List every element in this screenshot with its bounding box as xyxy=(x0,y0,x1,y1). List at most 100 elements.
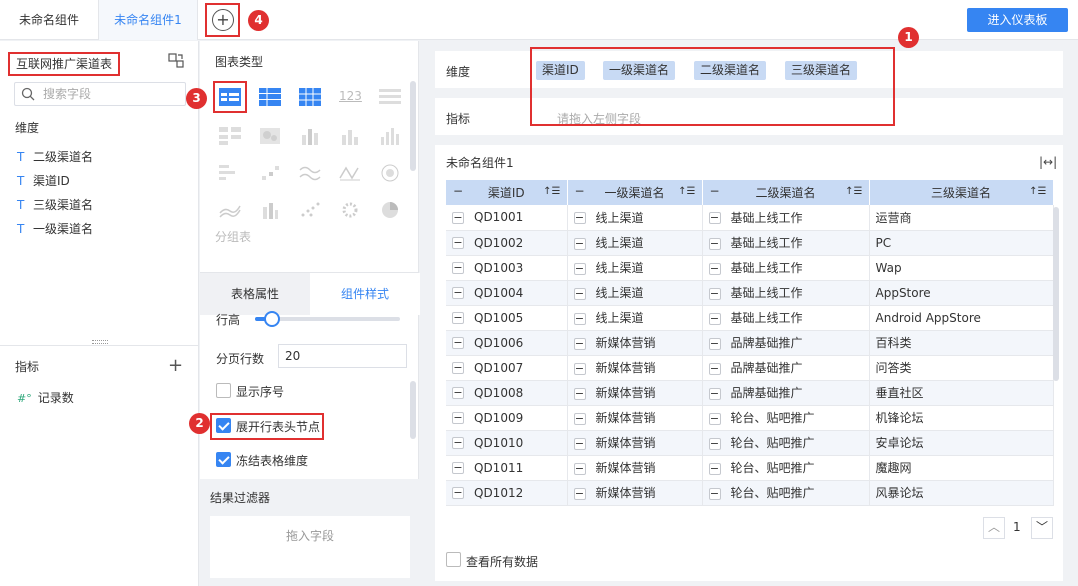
collapse-icon[interactable]: − xyxy=(573,462,586,475)
collapse-icon[interactable]: − xyxy=(708,237,721,250)
view-all-checkbox[interactable] xyxy=(446,552,461,567)
column-header[interactable]: − 二级渠道名 ↑☰ xyxy=(702,180,870,205)
show-index-checkbox[interactable] xyxy=(216,383,231,398)
table-row[interactable]: − QD1002− 线上渠道 − 基础上线工作 PC xyxy=(446,230,1054,256)
field-item[interactable]: T 三级渠道名 xyxy=(17,195,93,215)
collapse-icon[interactable]: − xyxy=(452,387,464,399)
detail-table-icon[interactable] xyxy=(299,88,321,106)
table-row[interactable]: − QD1005− 线上渠道 − 基础上线工作 Android AppStore xyxy=(446,305,1054,331)
column-header[interactable]: 三级渠道名 ↑☰ xyxy=(869,180,1054,205)
sort-icon[interactable]: ↑☰ xyxy=(845,186,862,197)
collapse-icon[interactable]: − xyxy=(573,337,586,350)
drag-handle[interactable] xyxy=(92,340,108,344)
add-measure-icon[interactable]: + xyxy=(168,357,183,375)
panel-splitter[interactable] xyxy=(0,345,199,346)
area-chart-icon[interactable] xyxy=(219,201,241,219)
collapse-icon[interactable]: − xyxy=(573,237,586,250)
field-item[interactable]: T 渠道ID xyxy=(17,171,70,191)
sort-icon[interactable]: ↑☰ xyxy=(1029,186,1046,197)
column-header[interactable]: − 渠道ID ↑☰ xyxy=(446,180,568,205)
switch-datasource-icon[interactable] xyxy=(168,53,184,69)
stacked-bar-icon[interactable] xyxy=(299,127,321,145)
sort-icon[interactable]: ↑☰ xyxy=(543,186,560,197)
enter-dashboard-button[interactable]: 进入仪表板 xyxy=(967,8,1068,32)
collapse-icon[interactable]: − xyxy=(573,212,586,225)
collapse-icon[interactable]: − xyxy=(573,487,586,500)
field-item[interactable]: T 二级渠道名 xyxy=(17,147,93,167)
collapse-icon[interactable]: − xyxy=(708,312,721,325)
collapse-icon[interactable]: − xyxy=(452,437,464,449)
collapse-icon[interactable]: − xyxy=(708,212,721,225)
search-field-input[interactable]: 搜索字段 xyxy=(14,82,186,106)
add-tab-icon[interactable]: + xyxy=(212,9,234,31)
next-page-button[interactable]: ﹀ xyxy=(1031,517,1053,539)
collapse-icon[interactable]: − xyxy=(452,462,464,474)
horizontal-bar-icon[interactable] xyxy=(219,164,241,182)
table-row[interactable]: − QD1012− 新媒体营销 − 轮台、贴吧推广 风暴论坛 xyxy=(446,480,1054,506)
table-row[interactable]: − QD1003− 线上渠道 − 基础上线工作 Wap xyxy=(446,255,1054,281)
tab-unnamed-component[interactable]: 未命名组件 xyxy=(0,0,98,40)
table-row[interactable]: − QD1011− 新媒体营销 − 轮台、贴吧推广 魔趣网 xyxy=(446,455,1054,481)
collapse-icon[interactable]: − xyxy=(709,185,721,198)
collapse-icon[interactable]: − xyxy=(708,487,721,500)
text-chart-icon[interactable] xyxy=(379,88,401,106)
table-row[interactable]: − QD1008− 新媒体营销 − 品牌基础推广 垂直社区 xyxy=(446,380,1054,406)
collapse-icon[interactable]: − xyxy=(452,312,464,324)
prev-page-button[interactable]: ︿ xyxy=(983,517,1005,539)
collapse-icon[interactable]: − xyxy=(573,312,586,325)
table-scrollbar[interactable] xyxy=(1053,207,1059,381)
column-chart-icon[interactable] xyxy=(379,127,401,145)
scatter-icon[interactable] xyxy=(259,164,281,182)
tab-table-properties[interactable]: 表格属性 xyxy=(200,273,310,315)
map-grid-icon[interactable] xyxy=(219,127,241,145)
collapse-icon[interactable]: − xyxy=(452,362,464,374)
collapse-icon[interactable]: − xyxy=(452,412,464,424)
collapse-icon[interactable]: − xyxy=(452,237,464,249)
ring-chart-icon[interactable] xyxy=(339,201,361,219)
collapse-icon[interactable]: − xyxy=(573,412,586,425)
table-row[interactable]: − QD1001− 线上渠道 − 基础上线工作 运营商 xyxy=(446,205,1054,231)
properties-scrollbar[interactable] xyxy=(410,381,416,439)
collapse-icon[interactable]: − xyxy=(452,185,464,198)
pie-chart-icon[interactable] xyxy=(379,201,401,219)
collapse-icon[interactable]: − xyxy=(573,362,586,375)
pager-rows-input[interactable]: 20 xyxy=(278,344,407,368)
collapse-icon[interactable]: − xyxy=(573,437,586,450)
column-header[interactable]: − 一级渠道名 ↑☰ xyxy=(567,180,703,205)
collapse-icon[interactable]: − xyxy=(708,462,721,475)
polar-chart-icon[interactable] xyxy=(379,164,401,182)
collapse-icon[interactable]: − xyxy=(574,185,586,198)
collapse-icon[interactable]: − xyxy=(708,412,721,425)
sort-icon[interactable]: ↑☰ xyxy=(678,186,695,197)
collapse-icon[interactable]: − xyxy=(452,262,464,274)
heatmap-icon[interactable] xyxy=(259,127,281,145)
bar-chart-icon[interactable] xyxy=(339,127,361,145)
collapse-icon[interactable]: − xyxy=(708,287,721,300)
collapse-icon[interactable]: − xyxy=(452,337,464,349)
collapse-icon[interactable]: − xyxy=(708,337,721,350)
table-row[interactable]: − QD1007− 新媒体营销 − 品牌基础推广 问答类 xyxy=(446,355,1054,381)
collapse-icon[interactable]: − xyxy=(708,362,721,375)
collapse-icon[interactable]: − xyxy=(573,287,586,300)
kpi-number-icon[interactable]: 123 xyxy=(339,89,362,107)
collapse-icon[interactable]: − xyxy=(452,487,464,499)
tab-unnamed-component-1[interactable]: 未命名组件1 xyxy=(98,0,198,40)
filter-drop-zone[interactable]: 拖入字段 xyxy=(210,516,410,578)
collapse-icon[interactable]: − xyxy=(708,262,721,275)
line-chart-icon[interactable] xyxy=(299,164,321,182)
chart-type-scrollbar[interactable] xyxy=(410,81,416,171)
datasource-name[interactable]: 互联网推广渠道表 xyxy=(8,52,121,76)
collapse-icon[interactable]: − xyxy=(708,437,721,450)
combo-chart-icon[interactable] xyxy=(259,201,281,219)
table-row[interactable]: − QD1010− 新媒体营销 − 轮台、贴吧推广 安卓论坛 xyxy=(446,430,1054,456)
bubble-chart-icon[interactable] xyxy=(299,201,321,219)
fit-width-icon[interactable]: |↔| xyxy=(1039,155,1057,169)
radar-chart-icon[interactable] xyxy=(339,164,361,182)
cross-table-icon[interactable] xyxy=(259,88,281,106)
tab-component-style[interactable]: 组件样式 xyxy=(310,273,420,315)
table-row[interactable]: − QD1009− 新媒体营销 − 轮台、贴吧推广 机锋论坛 xyxy=(446,405,1054,431)
collapse-icon[interactable]: − xyxy=(452,287,464,299)
collapse-icon[interactable]: − xyxy=(452,211,464,224)
collapse-icon[interactable]: − xyxy=(573,262,586,275)
field-item[interactable]: T 一级渠道名 xyxy=(17,219,93,239)
